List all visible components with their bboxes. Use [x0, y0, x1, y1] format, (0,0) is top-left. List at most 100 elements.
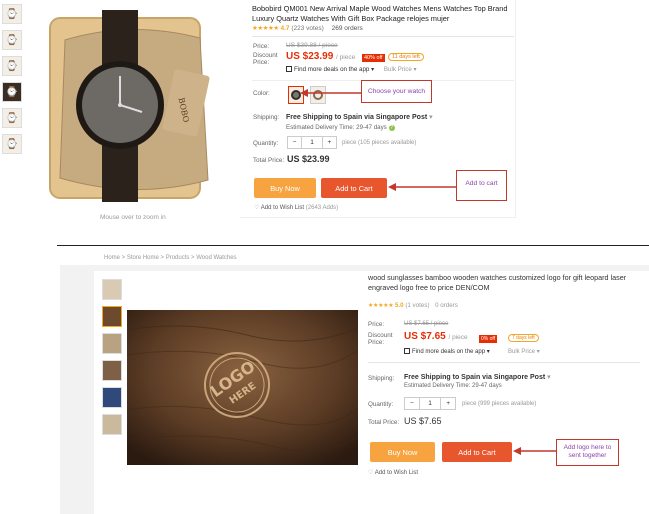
shipping-label: Shipping:: [368, 375, 395, 382]
thumbnail-2[interactable]: ⌚: [2, 30, 22, 50]
rating-votes[interactable]: (1 votes): [405, 302, 429, 309]
rating-value: 4.7: [280, 25, 290, 32]
estimated-delivery-text: Estimated Delivery Time: 29-47 days: [286, 124, 387, 131]
color-label: Color:: [253, 90, 270, 97]
total-price-label: Total Price:: [368, 419, 400, 426]
rating-stars-icon: ★★★★★: [252, 25, 279, 32]
product-title: Bobobird QM001 New Arrival Maple Wood Wa…: [252, 4, 508, 23]
thumbnail-5[interactable]: ⌚: [2, 108, 22, 128]
shipping-info[interactable]: Free Shipping to Spain via Singapore Pos…: [404, 373, 551, 381]
help-icon[interactable]: ?: [388, 125, 395, 131]
discount-price-value: US $23.99: [286, 51, 334, 62]
thumbnail-4[interactable]: ⌚: [2, 82, 22, 102]
breadcrumb[interactable]: Home > Store Home > Products > Wood Watc…: [104, 255, 237, 261]
bottom-thumbnail-list: [102, 279, 124, 441]
top-thumbnail-list: ⌚ ⌚ ⌚ ⌚ ⌚ ⌚: [2, 4, 24, 160]
rating-row: ★★★★★ 4.7 (223 votes) 269 orders: [252, 24, 363, 32]
quantity-input[interactable]: 1: [301, 137, 323, 148]
shipping-text[interactable]: Free Shipping to Spain via Singapore Pos…: [286, 114, 427, 121]
rating-value: 5.0: [394, 302, 404, 309]
quantity-available: piece (999 pieces available): [462, 401, 537, 407]
page: ⌚ ⌚ ⌚ ⌚ ⌚ ⌚ BOBO Mouse over to zoom in B…: [0, 0, 649, 514]
thumbnail-2[interactable]: [102, 306, 122, 327]
bulk-price-link[interactable]: Bulk Price ▾: [508, 348, 540, 355]
original-price: US $39.88 / piece: [286, 42, 338, 49]
original-price: US $7.65 / piece: [404, 321, 449, 327]
callout-add-to-cart: Add to cart: [456, 170, 507, 201]
chevron-down-icon: ▾: [536, 349, 540, 355]
chevron-down-icon: ▾: [371, 66, 375, 73]
bulk-price-text[interactable]: Bulk Price: [508, 349, 535, 355]
quantity-stepper[interactable]: − 1 +: [287, 136, 337, 149]
buy-now-button[interactable]: Buy Now: [254, 178, 316, 198]
total-price-label: Total Price:: [253, 157, 285, 164]
estimated-delivery: Estimated Delivery Time: 29-47 days: [404, 383, 502, 389]
app-deals-link[interactable]: Find more deals on the app: [294, 66, 369, 73]
quantity-increase-button[interactable]: +: [323, 137, 336, 148]
quantity-stepper[interactable]: − 1 +: [404, 397, 456, 410]
thumbnail-3[interactable]: [102, 333, 122, 354]
thumbnail-1[interactable]: ⌚: [2, 4, 22, 24]
thumbnail-3[interactable]: ⌚: [2, 56, 22, 76]
callout-add-logo: Add logo here to sent together: [556, 439, 619, 466]
add-to-cart-button[interactable]: Add to Cart: [442, 442, 512, 462]
quantity-label: Quantity:: [368, 401, 394, 408]
total-price: US $7.65: [404, 416, 442, 426]
thumbnail-1[interactable]: [102, 279, 122, 300]
app-deals-link[interactable]: Find more deals on the app: [412, 349, 485, 355]
quantity-decrease-button[interactable]: −: [288, 137, 301, 148]
app-deals-row[interactable]: Find more deals on the app ▾ Bulk Price …: [286, 66, 417, 73]
arrow-icon: [300, 89, 362, 97]
shipping-label: Shipping:: [253, 114, 280, 121]
buy-now-button[interactable]: Buy Now: [370, 442, 435, 462]
bulk-price-link[interactable]: Bulk Price: [384, 66, 412, 73]
order-count: 269 orders: [331, 25, 363, 32]
divider: [368, 362, 640, 363]
watch-product-image: BOBO: [40, 0, 234, 210]
zoom-hint: Mouse over to zoom in: [100, 214, 166, 221]
qr-code-icon: [286, 66, 292, 72]
quantity-available: piece (105 pieces available): [342, 140, 417, 146]
days-left-badge: 7 days left: [508, 334, 539, 342]
quantity-decrease-button[interactable]: −: [405, 398, 419, 409]
wishlist-link[interactable]: Add to Wish List: [375, 470, 418, 476]
heart-icon[interactable]: ♡: [368, 470, 373, 476]
discount-badge: 40% off: [362, 54, 385, 62]
wood-logo-image: LOGO HERE: [127, 310, 358, 465]
days-left-badge: 11 days left: [388, 53, 424, 61]
rating-votes[interactable]: (223 votes): [291, 25, 324, 32]
discount-price-label: Discount Price:: [368, 332, 393, 346]
thumbnail-5[interactable]: [102, 387, 122, 408]
price-label: Price:: [253, 43, 270, 50]
section-separator: [57, 245, 649, 246]
heart-icon[interactable]: ♡: [254, 205, 259, 211]
callout-choose-watch: Choose your watch: [361, 80, 432, 103]
discount-price-value: US $7.65: [404, 331, 446, 342]
discount-price-label: Discount Price:: [253, 52, 278, 66]
wishlist-link[interactable]: Add to Wish List: [261, 205, 304, 211]
rating-row: ★★★★★ 5.0 (1 votes) 0 orders: [368, 302, 458, 309]
qr-code-icon: [404, 348, 410, 354]
app-deals-row[interactable]: Find more deals on the app ▾: [404, 348, 490, 355]
chevron-down-icon: ▾: [429, 114, 433, 121]
discount-badge: 0% off: [479, 335, 498, 343]
discount-price: US $7.65 / piece: [404, 331, 468, 342]
thumbnail-6[interactable]: ⌚: [2, 134, 22, 154]
wishlist-row[interactable]: ♡ Add to Wish List: [368, 469, 418, 476]
quantity-input[interactable]: 1: [418, 398, 442, 409]
total-price: US $23.99: [287, 154, 330, 164]
chevron-down-icon: ▾: [547, 374, 551, 381]
wishlist-row[interactable]: ♡ Add to Wish List (2643 Adds): [254, 204, 338, 211]
quantity-increase-button[interactable]: +: [441, 398, 455, 409]
discount-price-unit: / piece: [336, 54, 356, 61]
thumbnail-6[interactable]: [102, 414, 122, 435]
thumbnail-4[interactable]: [102, 360, 122, 381]
discount-price-unit: / piece: [448, 334, 468, 341]
discount-price: US $23.99 / piece: [286, 51, 355, 62]
shipping-text[interactable]: Free Shipping to Spain via Singapore Pos…: [404, 374, 545, 381]
shipping-info[interactable]: Free Shipping to Spain via Singapore Pos…: [286, 113, 433, 121]
estimated-delivery: Estimated Delivery Time: 29-47 days ?: [286, 124, 395, 131]
chevron-down-icon: ▾: [413, 66, 417, 73]
rating-stars-icon: ★★★★★: [368, 302, 394, 309]
add-to-cart-button[interactable]: Add to Cart: [321, 178, 387, 198]
